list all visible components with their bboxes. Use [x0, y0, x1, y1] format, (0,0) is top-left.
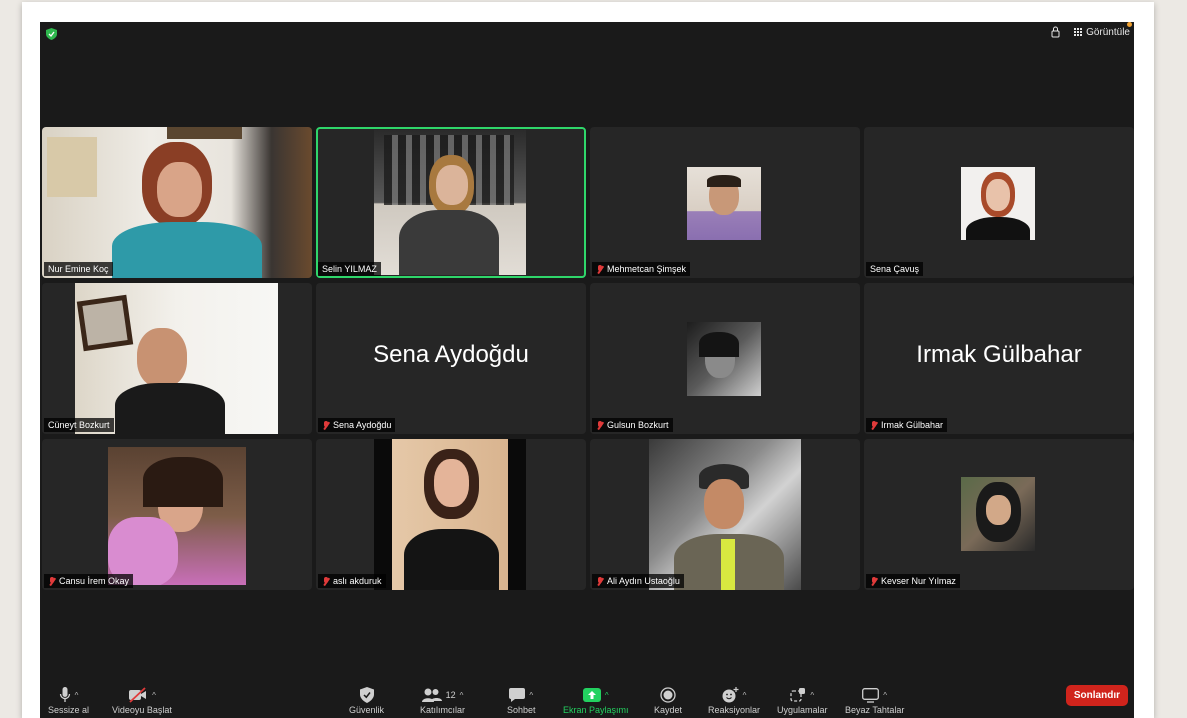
view-button[interactable]: Görüntüle [1074, 27, 1130, 38]
muted-mic-icon [870, 576, 878, 586]
grid-icon [1074, 28, 1083, 36]
end-meeting-button[interactable]: Sonlandır [1065, 685, 1128, 706]
share-screen-icon [582, 688, 601, 702]
participant-name-tag: aslı akduruk [318, 574, 386, 588]
participant-display-name: Irmak Gülbahar [916, 341, 1082, 368]
participant-name-tag: Sena Aydoğdu [318, 418, 396, 432]
participant-video [687, 167, 761, 240]
chevron-up-icon[interactable]: ^ [743, 691, 747, 700]
participant-video [649, 439, 801, 590]
shield-icon [359, 687, 374, 703]
participant-display-name: Sena Aydoğdu [373, 341, 529, 368]
participant-name-tag: Cüneyt Bozkurt [44, 418, 114, 432]
participant-video [42, 127, 312, 278]
microphone-icon [59, 687, 70, 702]
participant-name-tag: Cansu İrem Okay [44, 574, 134, 588]
video-tile-mehmetcan-simsek[interactable]: Mehmetcan Şimşek [590, 127, 860, 278]
video-tile-ali-aydin-ustaoglu[interactable]: Ali Aydın Ustaoğlu [590, 439, 860, 590]
participant-name-tag: Ali Aydın Ustaoğlu [592, 574, 684, 588]
video-tile-kevser-nur-yilmaz[interactable]: Kevser Nur Yılmaz [864, 439, 1134, 590]
record-button[interactable]: Kaydet [654, 685, 682, 715]
video-tile-asli-akduruk[interactable]: aslı akduruk [316, 439, 586, 590]
participant-name-tag: Sena Çavuş [866, 262, 924, 276]
participant-video [687, 322, 761, 396]
reactions-button[interactable]: ^ Reaksiyonlar [708, 685, 760, 715]
encryption-shield-icon[interactable] [46, 28, 57, 40]
participant-name-tag: Nur Emine Koç [44, 262, 113, 276]
chevron-up-icon[interactable]: ^ [460, 691, 464, 700]
chevron-up-icon[interactable]: ^ [605, 691, 609, 700]
chevron-up-icon[interactable]: ^ [152, 691, 156, 700]
chat-button[interactable]: ^ Sohbet [507, 685, 536, 715]
apps-button[interactable]: ^ Uygulamalar [777, 685, 828, 715]
video-tile-sena-cavus[interactable]: Sena Çavuş [864, 127, 1134, 278]
muted-mic-icon [870, 420, 878, 430]
chevron-up-icon[interactable]: ^ [810, 691, 814, 700]
participant-name-tag: Gulsun Bozkurt [592, 418, 673, 432]
muted-mic-icon [322, 576, 330, 586]
share-screen-button[interactable]: ^ Ekran Paylaşımı [563, 685, 629, 715]
participant-name-tag: Kevser Nur Yılmaz [866, 574, 960, 588]
muted-mic-icon [322, 420, 330, 430]
participant-name-tag: Irmak Gülbahar [866, 418, 948, 432]
video-tile-cuneyt-bozkurt[interactable]: Cüneyt Bozkurt [42, 283, 312, 434]
video-tile-selin-yilmaz[interactable]: Selin YILMAZ [316, 127, 586, 278]
mute-button[interactable]: ^ Sessize al [48, 685, 89, 715]
start-video-button[interactable]: ^ Videoyu Başlat [112, 685, 172, 715]
participant-video [961, 167, 1035, 240]
notification-dot [1127, 22, 1132, 27]
muted-mic-icon [596, 576, 604, 586]
zoom-meeting-window: Görüntüle Nur Emine Koç Selin YILMAZ Meh… [40, 22, 1134, 718]
top-right-controls: Görüntüle [1051, 26, 1130, 38]
participant-video [75, 283, 278, 434]
participant-video [961, 477, 1035, 551]
chat-bubble-icon [509, 688, 526, 702]
view-label: Görüntüle [1086, 26, 1130, 38]
muted-mic-icon [596, 420, 604, 430]
record-icon [660, 687, 676, 703]
muted-mic-icon [48, 576, 56, 586]
security-button[interactable]: Güvenlik [349, 685, 384, 715]
muted-mic-icon [596, 264, 604, 274]
participant-video [374, 439, 526, 590]
participant-video [108, 447, 246, 585]
participant-name-tag: Selin YILMAZ [318, 262, 381, 276]
participants-button[interactable]: 12 ^ Katılımcılar [420, 685, 465, 715]
video-tile-irmak-gulbahar[interactable]: Irmak Gülbahar Irmak Gülbahar [864, 283, 1134, 434]
meeting-toolbar: ^ Sessize al ^ Videoyu Başlat Güvenlik 1… [40, 668, 1134, 718]
apps-icon [790, 688, 806, 702]
video-off-icon [129, 687, 147, 703]
chevron-up-icon[interactable]: ^ [883, 691, 887, 700]
whiteboards-button[interactable]: ^ Beyaz Tahtalar [845, 685, 904, 715]
participant-name-tag: Mehmetcan Şimşek [592, 262, 691, 276]
whiteboard-icon [862, 687, 880, 703]
video-tile-gulsun-bozkurt[interactable]: Gulsun Bozkurt [590, 283, 860, 434]
participants-icon [421, 688, 442, 702]
chevron-up-icon[interactable]: ^ [75, 691, 79, 700]
smiley-plus-icon [722, 687, 739, 703]
participant-video [374, 130, 526, 275]
video-tile-cansu-irem-okay[interactable]: Cansu İrem Okay [42, 439, 312, 590]
video-tile-nur-emine-koc[interactable]: Nur Emine Koç [42, 127, 312, 278]
immersive-view-icon[interactable] [1051, 26, 1060, 38]
chevron-up-icon[interactable]: ^ [529, 691, 533, 700]
video-tile-sena-aydogdu[interactable]: Sena Aydoğdu Sena Aydoğdu [316, 283, 586, 434]
participants-count: 12 [445, 690, 456, 700]
